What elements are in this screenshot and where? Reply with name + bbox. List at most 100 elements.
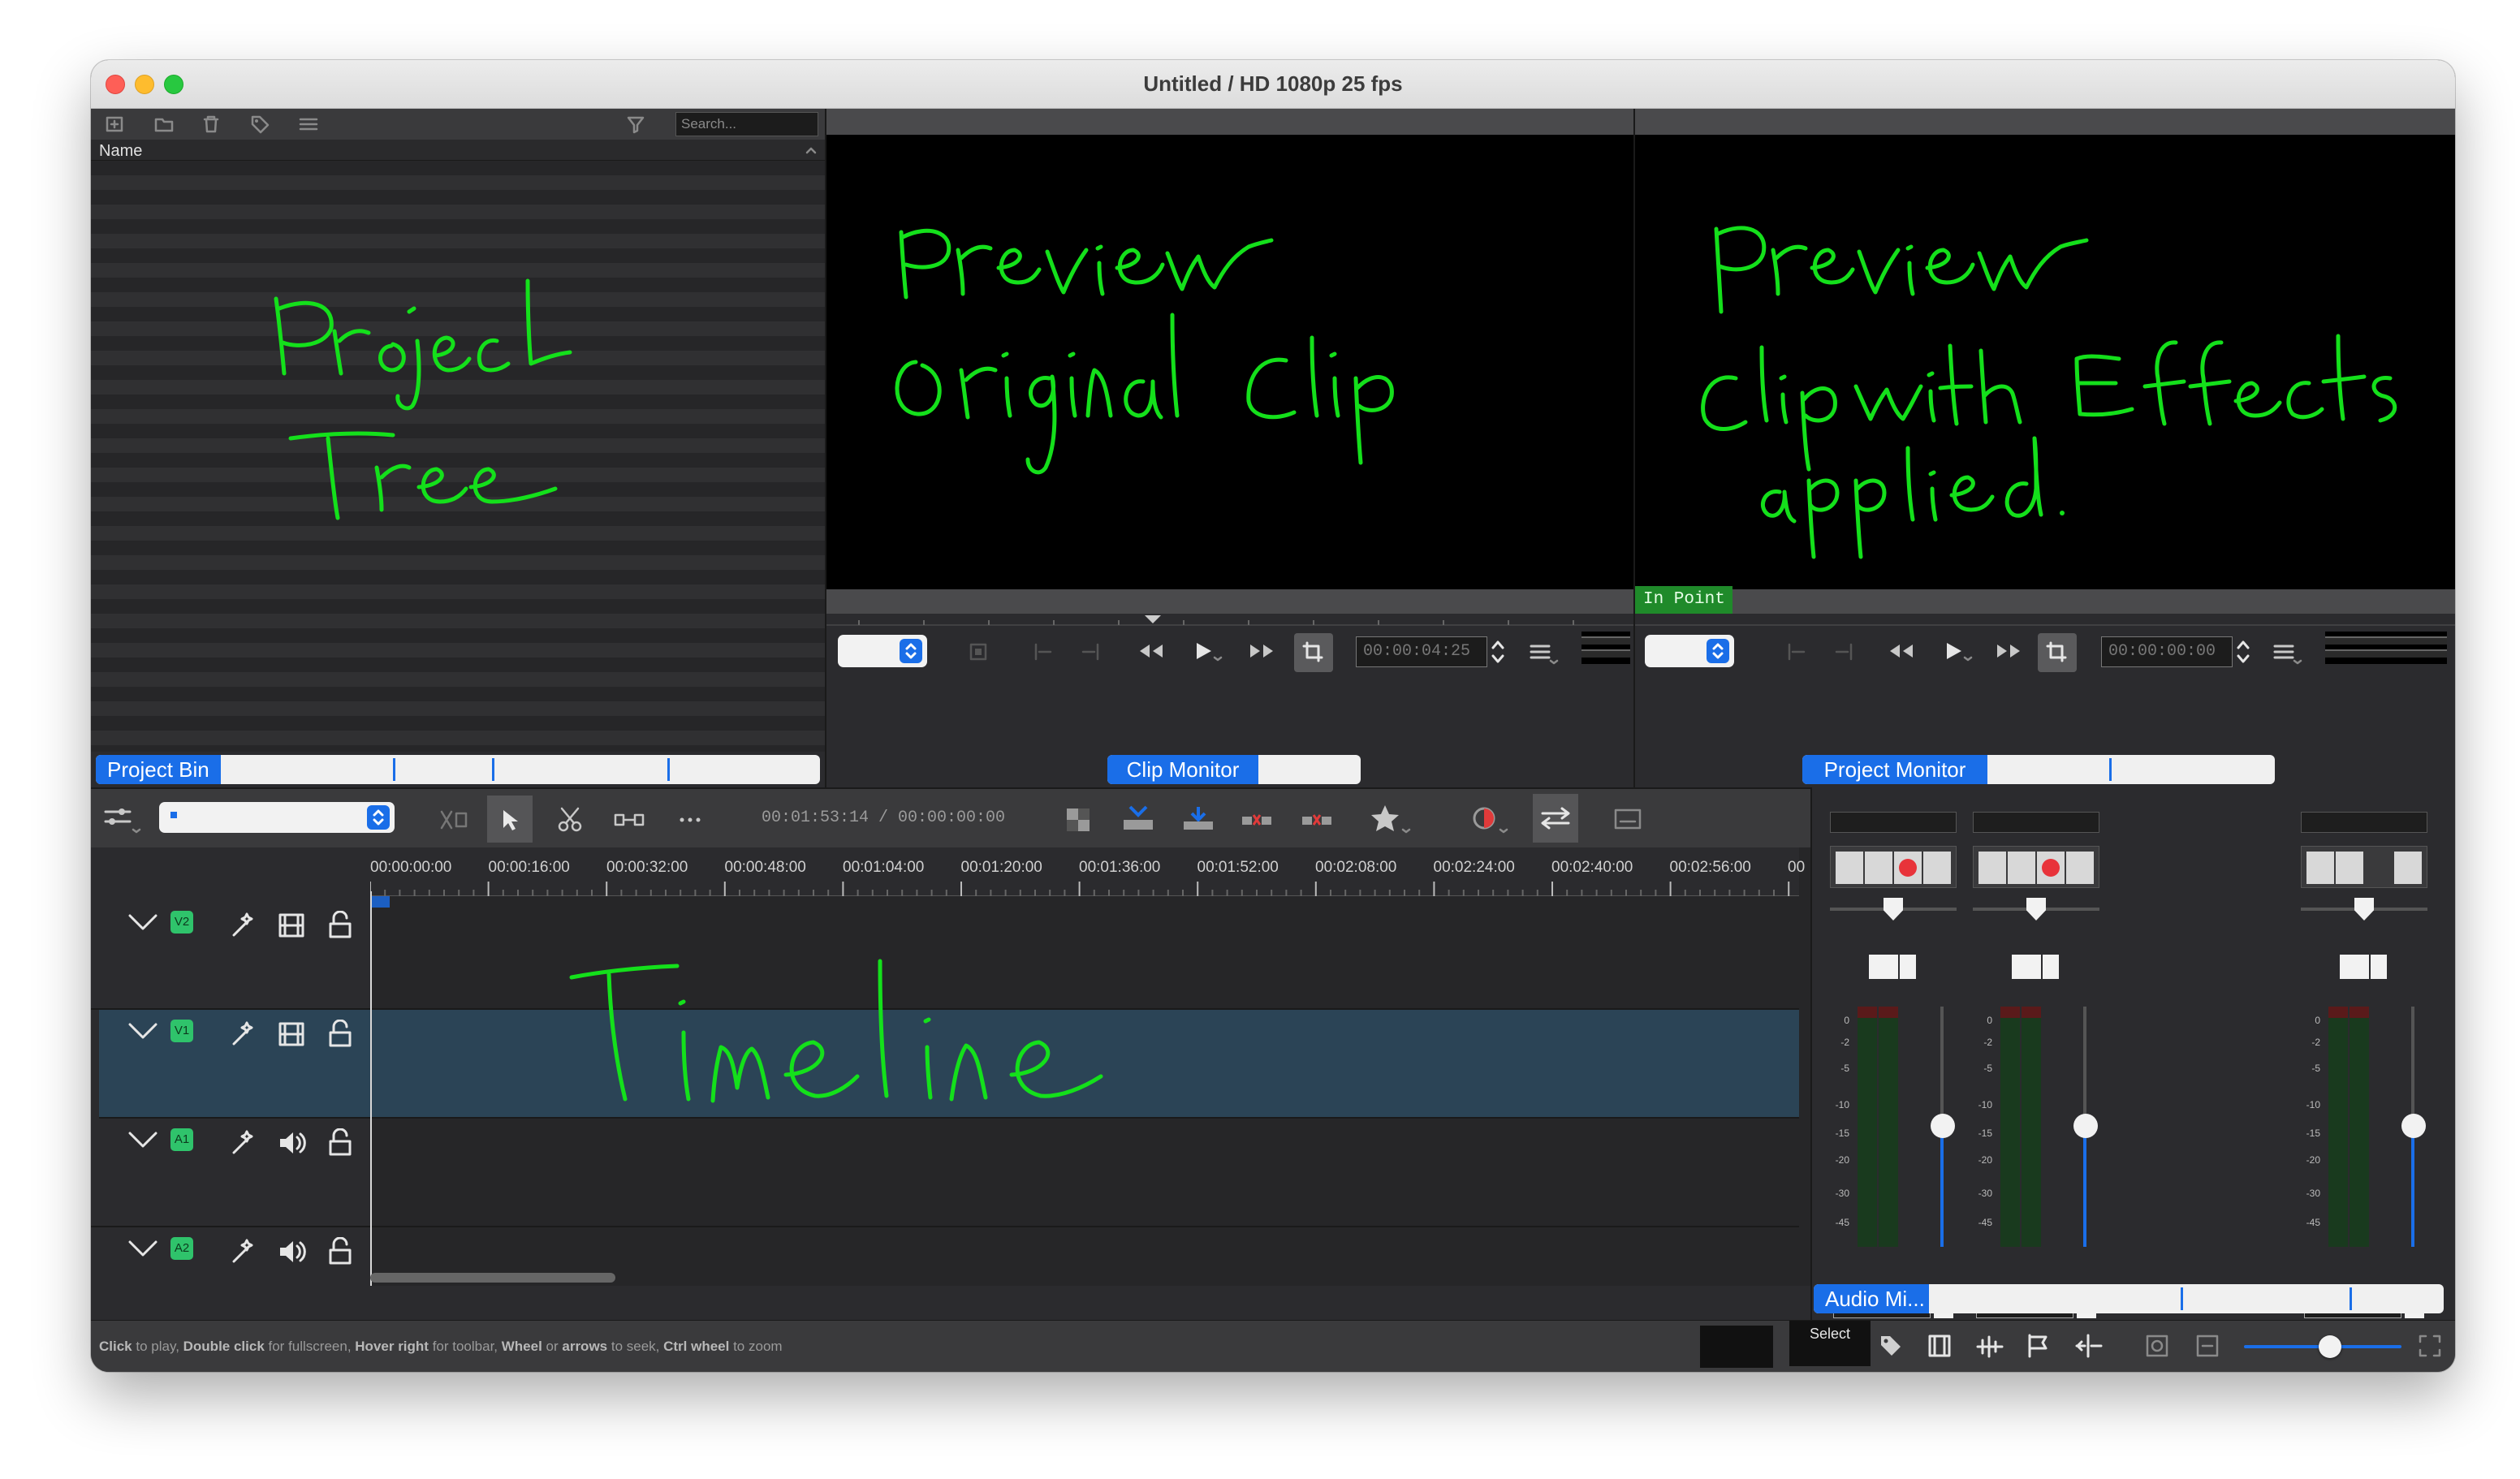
- collapse-track-icon[interactable]: [127, 1021, 159, 1039]
- record-button[interactable]: [1894, 852, 1922, 884]
- insert-clip-icon[interactable]: [1122, 805, 1154, 833]
- timeline-horizontal-scrollbar[interactable]: [370, 1273, 615, 1283]
- collapse-track-icon[interactable]: [127, 912, 159, 930]
- add-folder-icon[interactable]: [154, 115, 175, 135]
- project-monitor-ruler[interactable]: [1635, 614, 2455, 628]
- sort-ascending-icon[interactable]: [805, 146, 817, 154]
- collapse-track-icon[interactable]: [127, 1130, 159, 1148]
- timeline-snap-icon[interactable]: [438, 808, 471, 831]
- mute-button[interactable]: [1978, 852, 2006, 884]
- audio-mixer-tabs[interactable]: Audio Mi...: [1814, 1284, 2444, 1313]
- bin-search-input[interactable]: Search...: [675, 112, 818, 136]
- balance-handle[interactable]: [2026, 898, 2046, 921]
- project-set-in-icon[interactable]: [1786, 643, 1806, 661]
- tab-clip-monitor[interactable]: Clip Monitor: [1107, 755, 1258, 784]
- add-clip-icon[interactable]: [106, 115, 127, 135]
- razor-tool-icon[interactable]: [557, 807, 583, 833]
- channel-effects-button[interactable]: [2394, 852, 2422, 884]
- rewind-icon[interactable]: [1137, 641, 1166, 661]
- favorite-effects-icon[interactable]: [1370, 804, 1414, 836]
- play-icon[interactable]: [1190, 640, 1223, 662]
- status-audio-icon[interactable]: [1976, 1335, 2004, 1358]
- composite-icon[interactable]: [1065, 807, 1093, 833]
- balance-input[interactable]: [2340, 955, 2369, 979]
- effects-wand-icon[interactable]: [231, 912, 258, 937]
- status-marker-icon[interactable]: [2026, 1334, 2051, 1358]
- clip-monitor-viewport[interactable]: [826, 135, 1635, 589]
- project-monitor-viewport[interactable]: [1635, 135, 2455, 589]
- selection-tool[interactable]: [487, 796, 533, 843]
- mixer-toggle[interactable]: [1533, 794, 1578, 843]
- project-set-out-icon[interactable]: [1835, 643, 1854, 661]
- solo-button[interactable]: [1865, 852, 1892, 884]
- timeline-track-selector[interactable]: [159, 802, 395, 833]
- bin-menu-icon[interactable]: [299, 116, 323, 136]
- channel-effects-button[interactable]: [1923, 852, 1951, 884]
- zoom-slider-handle[interactable]: [2319, 1335, 2341, 1358]
- project-play-icon[interactable]: [1940, 640, 1973, 662]
- subtitle-icon[interactable]: [1614, 808, 1643, 831]
- project-timecode-spinner[interactable]: [2234, 636, 2252, 667]
- filter-icon[interactable]: [627, 115, 654, 135]
- volume-fader-handle[interactable]: [1931, 1114, 1955, 1138]
- zoom-in-icon[interactable]: [2418, 1334, 2442, 1358]
- clip-timecode-spinner[interactable]: [1489, 636, 1507, 667]
- balance-input[interactable]: [2012, 955, 2041, 979]
- lock-track-icon[interactable]: [328, 911, 352, 938]
- clip-monitor-tabs[interactable]: Clip Monitor: [1107, 755, 1361, 784]
- solo-button[interactable]: [2336, 852, 2363, 884]
- tab-audio-mixer[interactable]: Audio Mi...: [1814, 1284, 1929, 1313]
- extract-icon[interactable]: [1241, 808, 1273, 833]
- tab-project-monitor[interactable]: Project Monitor: [1802, 755, 1987, 784]
- project-fast-forward-icon[interactable]: [1994, 641, 2023, 661]
- video-track-icon[interactable]: [278, 912, 305, 938]
- balance-spinner[interactable]: [2371, 955, 2387, 979]
- volume-fader-handle[interactable]: [2401, 1114, 2426, 1138]
- mute-button[interactable]: [2306, 852, 2334, 884]
- delete-icon[interactable]: [201, 114, 221, 134]
- balance-handle[interactable]: [1884, 898, 1903, 921]
- clip-zoom-select[interactable]: [838, 635, 927, 667]
- channel-effects-button[interactable]: [2066, 852, 2094, 884]
- fast-forward-icon[interactable]: [1247, 641, 1276, 661]
- spacer-tool-icon[interactable]: [614, 810, 646, 830]
- crop-toggle[interactable]: [1294, 633, 1333, 672]
- clip-playhead-marker[interactable]: [1145, 615, 1161, 623]
- project-bin-tabs[interactable]: Project Bin: [96, 755, 820, 784]
- project-monitor-menu-icon[interactable]: [2273, 643, 2302, 667]
- status-video-icon[interactable]: [1927, 1334, 1952, 1358]
- lock-track-icon[interactable]: [328, 1237, 352, 1265]
- zoom-out-icon[interactable]: [2195, 1334, 2220, 1358]
- project-timecode-field[interactable]: 00:00:00:00: [2101, 636, 2233, 667]
- speaker-icon[interactable]: [278, 1239, 307, 1265]
- balance-spinner[interactable]: [2043, 955, 2059, 979]
- clip-monitor-ruler[interactable]: [826, 614, 1635, 628]
- status-tag-icon[interactable]: [1879, 1334, 1903, 1358]
- volume-fader-handle[interactable]: [2073, 1114, 2098, 1138]
- clip-monitor-menu-icon[interactable]: [1530, 643, 1559, 667]
- bin-column-header[interactable]: Name: [91, 140, 825, 161]
- clip-timecode-field[interactable]: 00:00:04:25: [1356, 636, 1487, 667]
- set-in-icon[interactable]: [1033, 643, 1052, 661]
- more-tools-icon[interactable]: [677, 813, 705, 826]
- balance-handle[interactable]: [2354, 898, 2374, 921]
- lock-track-icon[interactable]: [328, 1020, 352, 1047]
- project-crop-toggle[interactable]: [2038, 633, 2077, 672]
- speaker-icon[interactable]: [278, 1130, 307, 1156]
- balance-input[interactable]: [1869, 955, 1898, 979]
- solo-button[interactable]: [2008, 852, 2035, 884]
- project-rewind-icon[interactable]: [1887, 641, 1916, 661]
- tag-icon[interactable]: [250, 114, 271, 134]
- zone-icon[interactable]: [969, 643, 987, 661]
- set-out-icon[interactable]: [1081, 643, 1101, 661]
- project-zoom-select[interactable]: [1645, 635, 1734, 667]
- collapse-track-icon[interactable]: [127, 1239, 159, 1257]
- timeline-ruler[interactable]: 00:00:00:00 00:00:16:00 00:00:32:00 00:00:4…: [370, 847, 1805, 896]
- select-mode-button[interactable]: Select: [1789, 1321, 1871, 1366]
- balance-spinner[interactable]: [1900, 955, 1916, 979]
- lift-icon[interactable]: [1301, 808, 1333, 833]
- tab-project-bin[interactable]: Project Bin: [96, 755, 221, 784]
- project-monitor-tabs[interactable]: Project Monitor: [1802, 755, 2275, 784]
- effects-wand-icon[interactable]: [231, 1239, 258, 1263]
- effects-wand-icon[interactable]: [231, 1130, 258, 1154]
